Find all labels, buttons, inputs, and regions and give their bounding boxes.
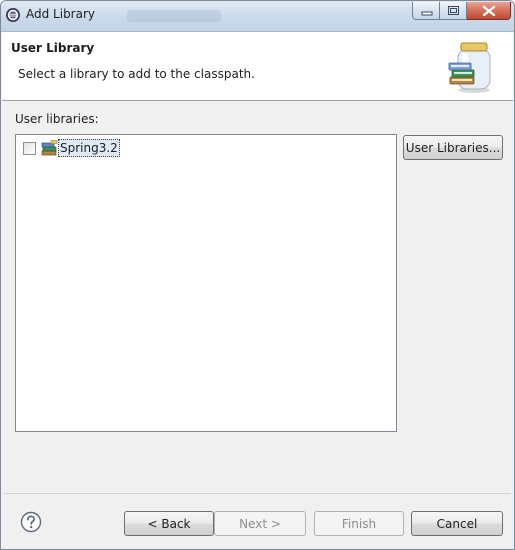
back-button[interactable]: < Back: [124, 511, 214, 536]
title-bar[interactable]: Add Library: [1, 1, 514, 32]
footer-separator: [4, 493, 511, 494]
page-description: Select a library to add to the classpath…: [18, 67, 255, 81]
wizard-banner: User Library Select a library to add to …: [2, 32, 513, 101]
background-window-ghost: [127, 10, 221, 22]
add-library-dialog: Add Library User Library Select a librar…: [0, 0, 515, 550]
user-libraries-label: User libraries:: [15, 112, 99, 126]
help-icon[interactable]: [20, 511, 42, 533]
maximize-icon: [448, 6, 459, 15]
minimize-button[interactable]: [412, 2, 440, 20]
library-name[interactable]: Spring3.2: [58, 139, 120, 157]
next-button[interactable]: Next >: [214, 511, 306, 536]
close-button[interactable]: [467, 2, 511, 20]
library-checkbox[interactable]: [23, 142, 36, 155]
library-jar-icon: [444, 41, 492, 93]
finish-button[interactable]: Finish: [314, 511, 404, 536]
minimize-icon: [421, 11, 433, 16]
user-libraries-button[interactable]: User Libraries...: [403, 135, 503, 160]
maximize-button[interactable]: [440, 2, 467, 20]
page-title: User Library: [11, 41, 95, 55]
list-item-spring3-2[interactable]: Spring3.2: [20, 138, 320, 158]
close-icon: [482, 5, 496, 17]
library-icon: [41, 140, 58, 156]
window-title: Add Library: [26, 7, 96, 21]
cancel-button[interactable]: Cancel: [411, 511, 503, 536]
eclipse-icon: [5, 7, 21, 23]
user-libraries-list[interactable]: Spring3.2: [15, 134, 397, 432]
